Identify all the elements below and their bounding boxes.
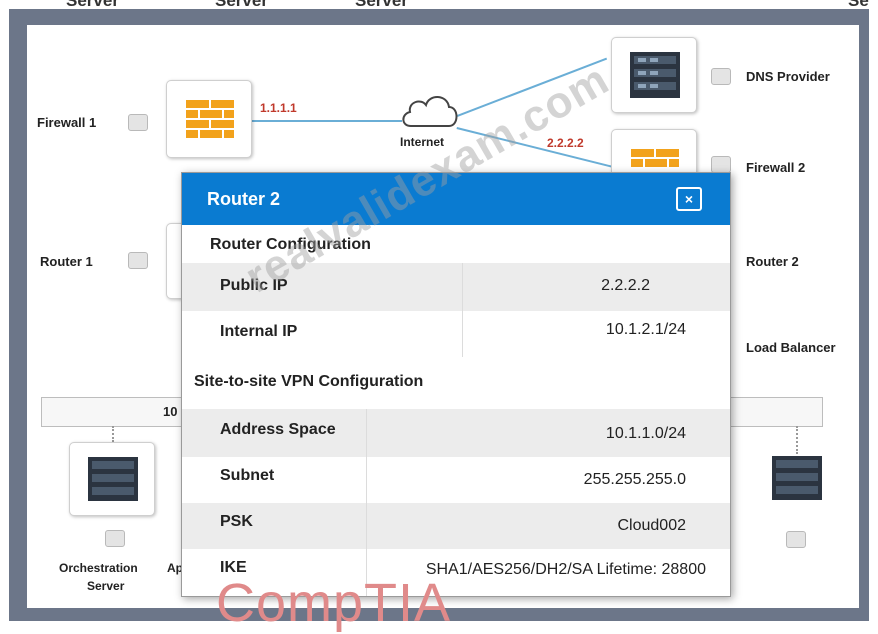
right-server-checkbox[interactable]	[786, 531, 806, 548]
table-row: Subnet 255.255.255.0	[182, 457, 730, 503]
row-divider	[366, 409, 367, 457]
ip-label-left: 1.1.1.1	[260, 101, 297, 115]
firewall1-device[interactable]	[166, 80, 252, 158]
row-value: 10.1.1.0/24	[605, 425, 686, 442]
cloud-icon	[402, 96, 458, 127]
row-key: Address Space	[220, 421, 336, 438]
close-button[interactable]: ×	[676, 187, 702, 211]
orchestration-label-line2: Server	[87, 579, 125, 593]
row-key: PSK	[220, 513, 253, 530]
table-row: Address Space 10.1.1.0/24	[182, 409, 730, 457]
brand-logo: CompTIA	[216, 573, 452, 633]
firewall2-checkbox[interactable]	[711, 156, 731, 173]
row-value: 10.1.2.1/24	[605, 321, 686, 338]
router1-label: Router 1	[40, 254, 93, 269]
orchestration-label: Orchestration	[59, 561, 138, 575]
modal-title: Router 2	[207, 189, 281, 209]
orchestration-server-device[interactable]	[69, 442, 155, 516]
row-divider	[462, 263, 463, 311]
load-balancer-label: Load Balancer	[746, 340, 836, 355]
row-divider	[366, 503, 367, 549]
router1-checkbox[interactable]	[128, 252, 148, 269]
table-row: Internal IP 10.1.2.1/24	[182, 311, 730, 357]
firewall1-checkbox[interactable]	[128, 114, 148, 131]
vpn-config-heading: Site-to-site VPN Configuration	[194, 373, 424, 390]
row-key: Internal IP	[220, 323, 298, 340]
ip-label-right: 2.2.2.2	[547, 136, 584, 150]
server-icon	[772, 456, 822, 500]
dns-provider-checkbox[interactable]	[711, 68, 731, 85]
row-divider	[366, 457, 367, 503]
row-value: 2.2.2.2	[601, 277, 650, 294]
row-value: SHA1/AES256/DH2/SA Lifetime: 28800	[425, 561, 706, 578]
orchestration-checkbox[interactable]	[105, 530, 125, 547]
server-icon	[630, 52, 680, 98]
router2-label: Router 2	[746, 254, 799, 269]
row-value: Cloud002	[617, 517, 687, 534]
row-divider	[462, 311, 463, 357]
dns-provider-label: DNS Provider	[746, 69, 830, 84]
row-key: Subnet	[220, 467, 275, 484]
connector-dotted	[112, 426, 114, 442]
firewall1-label: Firewall 1	[37, 115, 97, 130]
network-segment-label: 10	[163, 404, 178, 419]
server-icon	[88, 457, 138, 501]
row-value: 255.255.255.0	[583, 471, 686, 488]
table-row: PSK Cloud002	[182, 503, 730, 549]
firewall-icon	[184, 98, 236, 140]
router2-modal: Router 2 × Router Configuration Public I…	[181, 172, 731, 597]
connector-dotted	[796, 426, 798, 454]
firewall2-label: Firewall 2	[746, 160, 806, 175]
connection-line	[252, 120, 402, 122]
close-icon: ×	[684, 191, 694, 207]
dns-provider-device[interactable]	[611, 37, 697, 113]
